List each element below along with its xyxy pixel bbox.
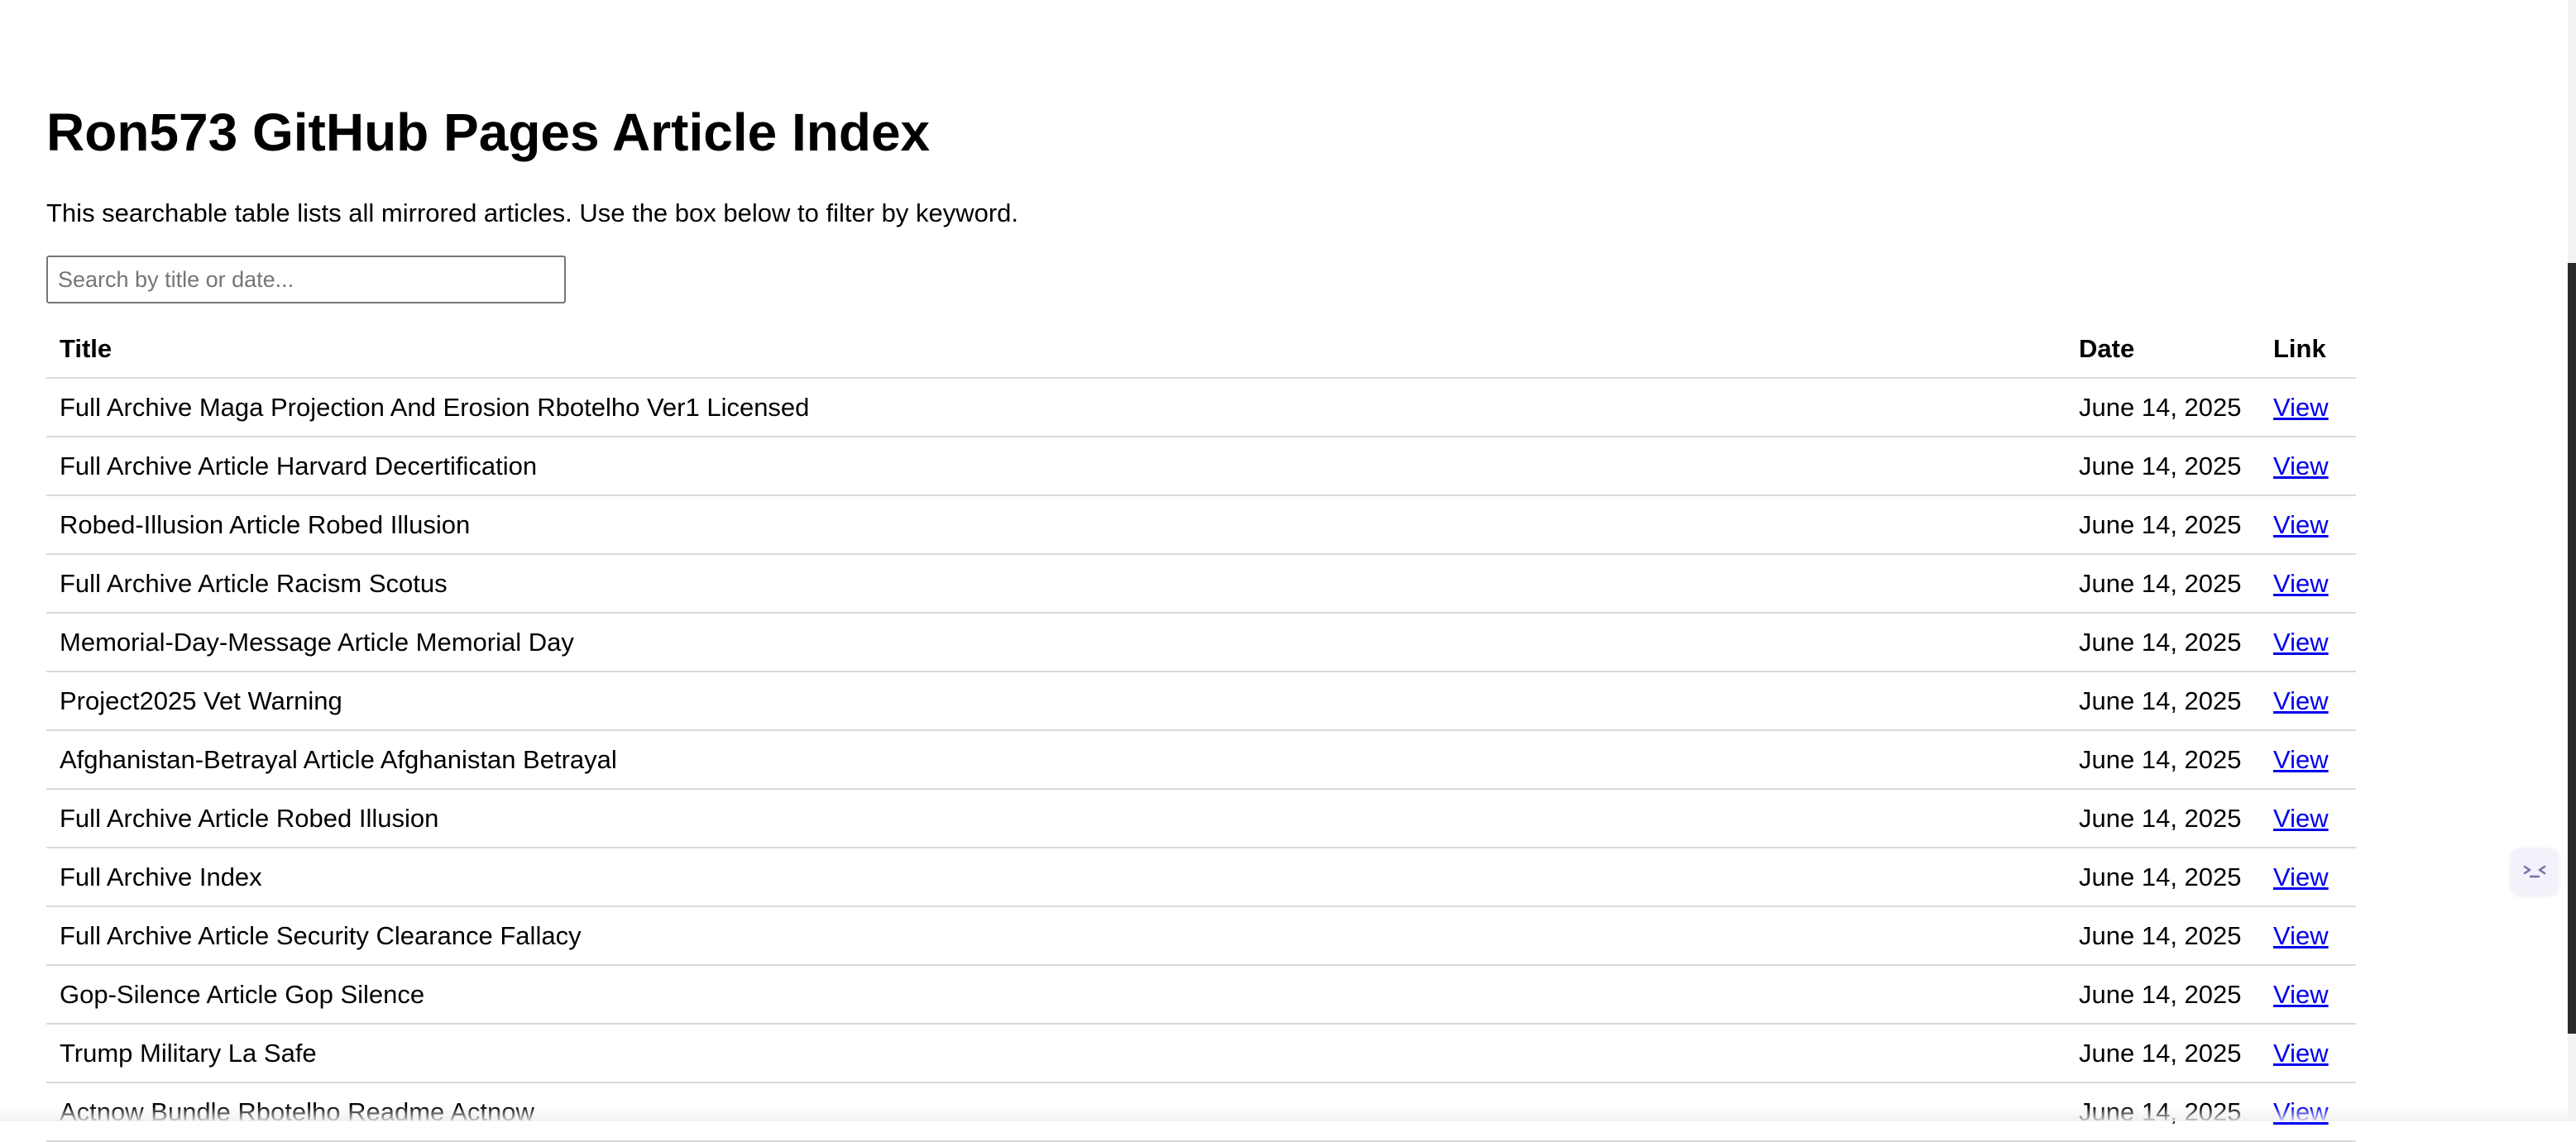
- view-article-link[interactable]: View: [2273, 862, 2329, 891]
- table-row: Gop-Silence Article Gop SilenceJune 14, …: [46, 965, 2356, 1024]
- view-article-link[interactable]: View: [2273, 569, 2329, 598]
- page-intro: This searchable table lists all mirrored…: [46, 197, 1018, 230]
- article-link-cell: View: [2260, 378, 2356, 437]
- article-date-cell: June 14, 2025: [2066, 554, 2260, 613]
- table-row: Full Archive Article Security Clearance …: [46, 906, 2356, 965]
- article-title-cell: Full Archive Article Harvard Decertifica…: [46, 437, 2066, 495]
- article-date-cell: June 14, 2025: [2066, 613, 2260, 671]
- article-link-cell: View: [2260, 495, 2356, 554]
- article-link-cell: View: [2260, 613, 2356, 671]
- view-article-link[interactable]: View: [2273, 686, 2329, 715]
- table-row: Full Archive Article Harvard Decertifica…: [46, 437, 2356, 495]
- article-link-cell: View: [2260, 906, 2356, 965]
- article-title-cell: Afghanistan-Betrayal Article Afghanistan…: [46, 730, 2066, 789]
- vertical-scrollbar[interactable]: [2568, 0, 2576, 1121]
- article-title-cell: Full Archive Maga Projection And Erosion…: [46, 378, 2066, 437]
- scrollbar-thumb[interactable]: [2568, 263, 2576, 1034]
- article-title-cell: Trump Military La Safe: [46, 1024, 2066, 1082]
- search-input[interactable]: [46, 256, 566, 303]
- table-row: Memorial-Day-Message Article Memorial Da…: [46, 613, 2356, 671]
- page-title: Ron573 GitHub Pages Article Index: [46, 98, 930, 167]
- table-row: Full Archive Maga Projection And Erosion…: [46, 378, 2356, 437]
- article-date-cell: June 14, 2025: [2066, 730, 2260, 789]
- article-title-cell: Project2025 Vet Warning: [46, 671, 2066, 730]
- table-row: Afghanistan-Betrayal Article Afghanistan…: [46, 730, 2356, 789]
- table-row: Full Archive Article Racism ScotusJune 1…: [46, 554, 2356, 613]
- column-header-title: Title: [46, 321, 2066, 378]
- table-row: Robed-Illusion Article Robed IllusionJun…: [46, 495, 2356, 554]
- view-article-link[interactable]: View: [2273, 393, 2329, 422]
- article-date-cell: June 14, 2025: [2066, 1024, 2260, 1082]
- article-title-cell: Robed-Illusion Article Robed Illusion: [46, 495, 2066, 554]
- article-title-cell: Gop-Silence Article Gop Silence: [46, 965, 2066, 1024]
- extension-face-icon: [2518, 855, 2551, 888]
- extension-widget[interactable]: [2511, 848, 2558, 895]
- article-link-cell: View: [2260, 437, 2356, 495]
- view-article-link[interactable]: View: [2273, 804, 2329, 833]
- column-header-link: Link: [2260, 321, 2356, 378]
- table-row: Trump Military La SafeJune 14, 2025 View: [46, 1024, 2356, 1082]
- article-link-cell: View: [2260, 1024, 2356, 1082]
- view-article-link[interactable]: View: [2273, 745, 2329, 774]
- article-link-cell: View: [2260, 965, 2356, 1024]
- view-article-link[interactable]: View: [2273, 980, 2329, 1009]
- article-title-cell: Memorial-Day-Message Article Memorial Da…: [46, 613, 2066, 671]
- view-article-link[interactable]: View: [2273, 510, 2329, 539]
- view-article-link[interactable]: View: [2273, 921, 2329, 950]
- article-date-cell: June 14, 2025: [2066, 495, 2260, 554]
- article-date-cell: June 14, 2025: [2066, 965, 2260, 1024]
- article-date-cell: June 14, 2025: [2066, 906, 2260, 965]
- article-title-cell: Full Archive Article Racism Scotus: [46, 554, 2066, 613]
- article-link-cell: View: [2260, 789, 2356, 848]
- article-date-cell: June 14, 2025: [2066, 378, 2260, 437]
- view-article-link[interactable]: View: [2273, 628, 2329, 657]
- view-article-link[interactable]: View: [2273, 1039, 2329, 1068]
- article-title-cell: Full Archive Article Robed Illusion: [46, 789, 2066, 848]
- article-title-cell: Full Archive Article Security Clearance …: [46, 906, 2066, 965]
- article-date-cell: June 14, 2025: [2066, 671, 2260, 730]
- table-header-row: Title Date Link: [46, 321, 2356, 378]
- article-title-cell: Full Archive Index: [46, 848, 2066, 906]
- article-link-cell: View: [2260, 848, 2356, 906]
- view-article-link[interactable]: View: [2273, 452, 2329, 480]
- table-row: Project2025 Vet WarningJune 14, 2025 View: [46, 671, 2356, 730]
- column-header-date: Date: [2066, 321, 2260, 378]
- article-date-cell: June 14, 2025: [2066, 848, 2260, 906]
- article-link-cell: View: [2260, 730, 2356, 789]
- article-date-cell: June 14, 2025: [2066, 437, 2260, 495]
- table-row: Full Archive IndexJune 14, 2025 View: [46, 848, 2356, 906]
- bottom-edge-shade: [0, 1106, 2568, 1121]
- article-link-cell: View: [2260, 554, 2356, 613]
- table-row: Full Archive Article Robed IllusionJune …: [46, 789, 2356, 848]
- article-date-cell: June 14, 2025: [2066, 789, 2260, 848]
- article-link-cell: View: [2260, 671, 2356, 730]
- articles-table: Title Date Link Full Archive Maga Projec…: [46, 321, 2356, 1142]
- table-body: Full Archive Maga Projection And Erosion…: [46, 378, 2356, 1141]
